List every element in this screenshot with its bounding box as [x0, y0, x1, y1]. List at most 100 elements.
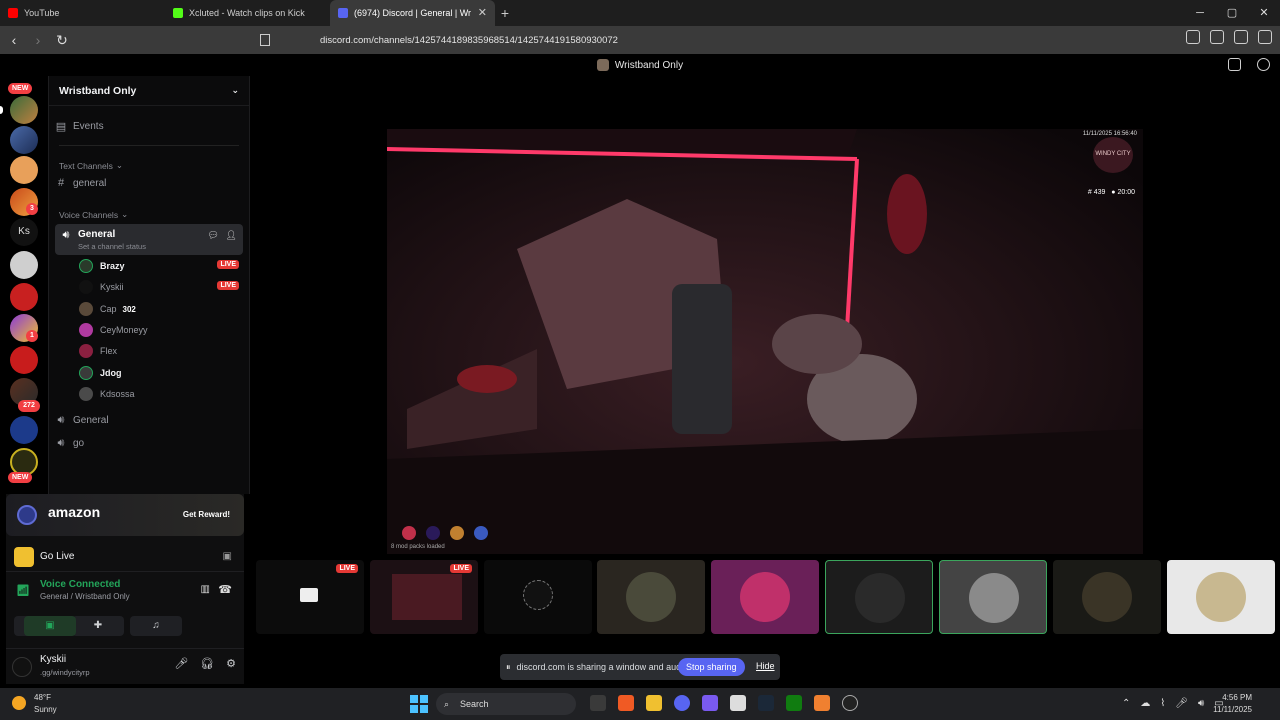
new-tab-button[interactable]: + — [495, 5, 515, 21]
user-panel: amazon Get Reward! Go Live ▣ 📶︎ Voice Co… — [6, 494, 244, 684]
minimize-button[interactable]: ─ — [1184, 0, 1216, 26]
avatar[interactable] — [12, 657, 32, 677]
disconnect-icon[interactable]: ☎ — [218, 583, 232, 596]
stream-preview-icon[interactable]: ▣ — [223, 551, 232, 562]
voice-user[interactable]: Cap 302 — [79, 300, 243, 318]
address-bar[interactable]: discord.com/channels/1425744189835968514… — [255, 30, 1000, 50]
back-button[interactable]: ‹ — [4, 32, 24, 48]
server-icon[interactable] — [10, 156, 38, 184]
soundboard-button[interactable]: ♫ — [130, 616, 182, 636]
task-view-icon[interactable] — [590, 695, 606, 711]
server-header[interactable]: Wristband Only ⌄ — [49, 76, 249, 106]
noise-suppression-icon[interactable]: ▥ — [201, 584, 210, 595]
screen-icon — [300, 588, 318, 602]
tab-youtube[interactable]: YouTube — [0, 0, 165, 26]
voice-channel-go[interactable]: 🔊︎ go — [55, 437, 243, 450]
bookmark-icon[interactable] — [260, 34, 270, 46]
headphones-icon[interactable]: 🎧︎ — [200, 657, 214, 670]
xbox-icon[interactable] — [786, 695, 802, 711]
app-icon[interactable] — [814, 695, 830, 711]
inbox-icon[interactable] — [1228, 58, 1241, 71]
voice-user[interactable]: Kdsossa — [79, 385, 243, 403]
wallet-icon[interactable] — [1210, 30, 1224, 44]
server-icon[interactable] — [10, 416, 38, 444]
cloud-icon[interactable]: ☁ — [1140, 698, 1150, 709]
participant-tile[interactable] — [711, 560, 819, 634]
close-window-button[interactable]: ✕ — [1248, 0, 1280, 26]
channel-sidebar: Wristband Only ⌄ ▤ Events Text Channels … — [48, 76, 250, 494]
taskbar-search[interactable]: ⌕ Search — [436, 693, 576, 715]
brave-icon[interactable] — [618, 695, 634, 711]
menu-icon[interactable] — [1258, 30, 1272, 44]
get-reward-button[interactable]: Get Reward! — [183, 510, 230, 519]
avatar — [969, 573, 1019, 623]
category-voice-channels[interactable]: Voice Channels ⌄ — [59, 209, 243, 220]
server-icon[interactable] — [10, 346, 38, 374]
voice-user[interactable]: Jdog — [79, 364, 243, 382]
participant-tile[interactable] — [597, 560, 705, 634]
chat-icon[interactable]: 💬︎ — [208, 230, 219, 241]
hide-button[interactable]: Hide — [756, 661, 775, 671]
tab-discord[interactable]: (6974) Discord | General | Wr ✕ — [330, 0, 495, 26]
voice-user[interactable]: Flex — [79, 342, 243, 360]
channel-general-text[interactable]: # general — [55, 177, 243, 189]
sidebar-icon[interactable] — [1186, 30, 1200, 44]
microphone-icon[interactable]: 🎤︎ — [174, 657, 188, 670]
steam-icon[interactable] — [758, 695, 774, 711]
volume-icon[interactable]: 🔊︎ — [1198, 698, 1204, 709]
voice-channel-general[interactable]: 🔊︎ General Set a channel status 💬︎ 👤︎ — [55, 224, 243, 255]
participant-tile[interactable] — [484, 560, 592, 634]
stop-sharing-button[interactable]: Stop sharing — [678, 658, 745, 676]
wifi-icon[interactable]: ⌇ — [1160, 698, 1165, 709]
file-explorer-icon[interactable] — [646, 695, 662, 711]
stream-tile[interactable]: LIVE — [370, 560, 478, 634]
voice-channel-general-2[interactable]: 🔊︎ General — [55, 414, 243, 427]
server-icon[interactable] — [10, 283, 38, 311]
vpn-icon[interactable] — [1234, 30, 1248, 44]
stream-tile[interactable]: LIVE — [256, 560, 364, 634]
participant-tile[interactable] — [1053, 560, 1161, 634]
category-text-channels[interactable]: Text Channels ⌄ — [59, 160, 243, 171]
screen-share-button[interactable]: ▣ — [24, 616, 76, 636]
voice-user[interactable]: CeyMoneyy — [79, 321, 243, 339]
discord-icon[interactable] — [674, 695, 690, 711]
participant-tile-speaking[interactable] — [939, 560, 1047, 634]
server-icon[interactable] — [10, 96, 38, 124]
voice-user[interactable]: Brazy LIVE — [79, 257, 243, 275]
server-icon[interactable] — [10, 126, 38, 154]
participant-tile[interactable] — [1167, 560, 1275, 634]
clock-date: 11/11/2025 — [1213, 705, 1252, 714]
help-icon[interactable] — [1257, 58, 1270, 71]
discord-title-bar: Wristband Only — [0, 54, 1280, 76]
current-user: Kyskii .gg/windycityrp 🎤︎ 🎧︎ ⚙ — [6, 648, 244, 682]
maximize-button[interactable]: ▢ — [1216, 0, 1248, 26]
invite-icon[interactable]: 👤︎ — [226, 230, 237, 241]
forward-button[interactable]: › — [28, 32, 48, 48]
events-item[interactable]: ▤ Events — [55, 120, 243, 133]
clock[interactable]: 4:56 PM 11/11/2025 — [1213, 692, 1252, 716]
start-button[interactable] — [410, 695, 428, 713]
app-icon[interactable] — [842, 695, 858, 711]
server-icon[interactable] — [10, 251, 38, 279]
go-live-row[interactable]: Go Live ▣ — [6, 542, 244, 572]
avatar — [523, 580, 553, 610]
tab-xcluted[interactable]: Xcluted - Watch clips on Kick — [165, 0, 330, 26]
close-tab-icon[interactable]: ✕ — [478, 6, 487, 19]
signal-icon[interactable]: 📶︎ — [16, 584, 30, 597]
microphone-icon[interactable]: 🎤︎ — [1175, 698, 1188, 709]
copilot-icon[interactable] — [702, 695, 718, 711]
voice-user[interactable]: Kyskii LIVE — [79, 278, 243, 296]
store-icon[interactable] — [730, 695, 746, 711]
activities-button[interactable]: ✚ — [72, 616, 124, 636]
live-badge: LIVE — [336, 564, 358, 573]
chevron-up-icon[interactable]: ⌃ — [1122, 698, 1130, 709]
channel-status[interactable]: Set a channel status — [78, 242, 146, 251]
participant-tile-speaking[interactable] — [825, 560, 933, 634]
reload-button[interactable]: ↻ — [52, 32, 72, 49]
voice-location[interactable]: General / Wristband Only — [40, 592, 130, 601]
server-icon[interactable]: Ks — [10, 218, 38, 246]
promo-banner[interactable]: amazon Get Reward! — [6, 494, 244, 536]
stream-video[interactable]: 11/11/2025 16:56:40 WINDY CITY # 439 ● 2… — [387, 129, 1143, 554]
user-status: .gg/windycityrp — [40, 668, 90, 677]
settings-gear-icon[interactable]: ⚙ — [226, 657, 236, 670]
